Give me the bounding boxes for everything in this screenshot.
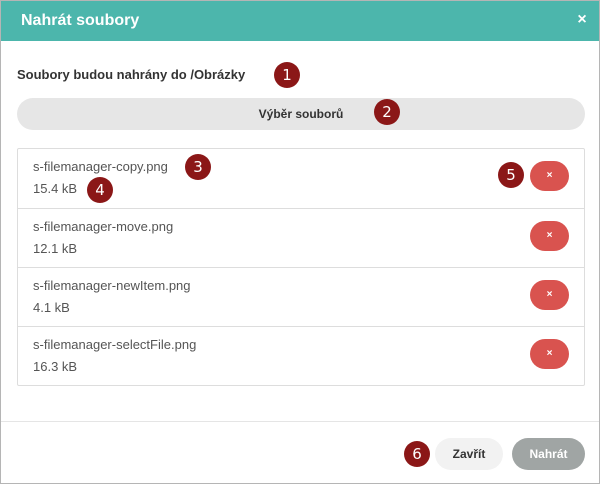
annotation-marker-2: 2 — [374, 99, 400, 125]
remove-file-button[interactable]: × — [530, 339, 569, 369]
list-item: s-filemanager-selectFile.png 16.3 kB × — [18, 326, 584, 385]
list-item: s-filemanager-newItem.png 4.1 kB × — [18, 267, 584, 326]
file-name: s-filemanager-newItem.png — [33, 278, 191, 293]
annotation-marker-6: 6 — [404, 441, 430, 467]
file-size: 4.1 kB — [33, 300, 70, 315]
dialog-title: Nahrát soubory — [21, 12, 140, 29]
footer-divider — [1, 421, 599, 422]
file-name: s-filemanager-selectFile.png — [33, 337, 197, 352]
file-name: s-filemanager-copy.png — [33, 159, 168, 174]
remove-file-button[interactable]: × — [530, 161, 569, 191]
upload-dialog: Nahrát soubory × Soubory budou nahrány d… — [0, 0, 600, 484]
close-button[interactable]: Zavřít — [435, 438, 503, 470]
close-icon[interactable]: × — [573, 10, 591, 30]
file-name: s-filemanager-move.png — [33, 219, 174, 234]
file-size: 12.1 kB — [33, 241, 78, 256]
annotation-marker-1: 1 — [274, 62, 300, 88]
upload-button[interactable]: Nahrát — [512, 438, 585, 470]
select-files-button[interactable]: Výběr souborů — [17, 98, 585, 130]
file-size: 15.4 kB — [33, 181, 78, 196]
annotation-marker-5: 5 — [498, 162, 524, 188]
file-size: 16.3 kB — [33, 359, 78, 374]
list-item: s-filemanager-move.png 12.1 kB × — [18, 208, 584, 267]
destination-text: Soubory budou nahrány do /Obrázky — [17, 67, 246, 82]
remove-file-button[interactable]: × — [530, 221, 569, 251]
dialog-header: Nahrát soubory × — [1, 1, 599, 41]
remove-file-button[interactable]: × — [530, 280, 569, 310]
annotation-marker-4: 4 — [87, 177, 113, 203]
annotation-marker-3: 3 — [185, 154, 211, 180]
